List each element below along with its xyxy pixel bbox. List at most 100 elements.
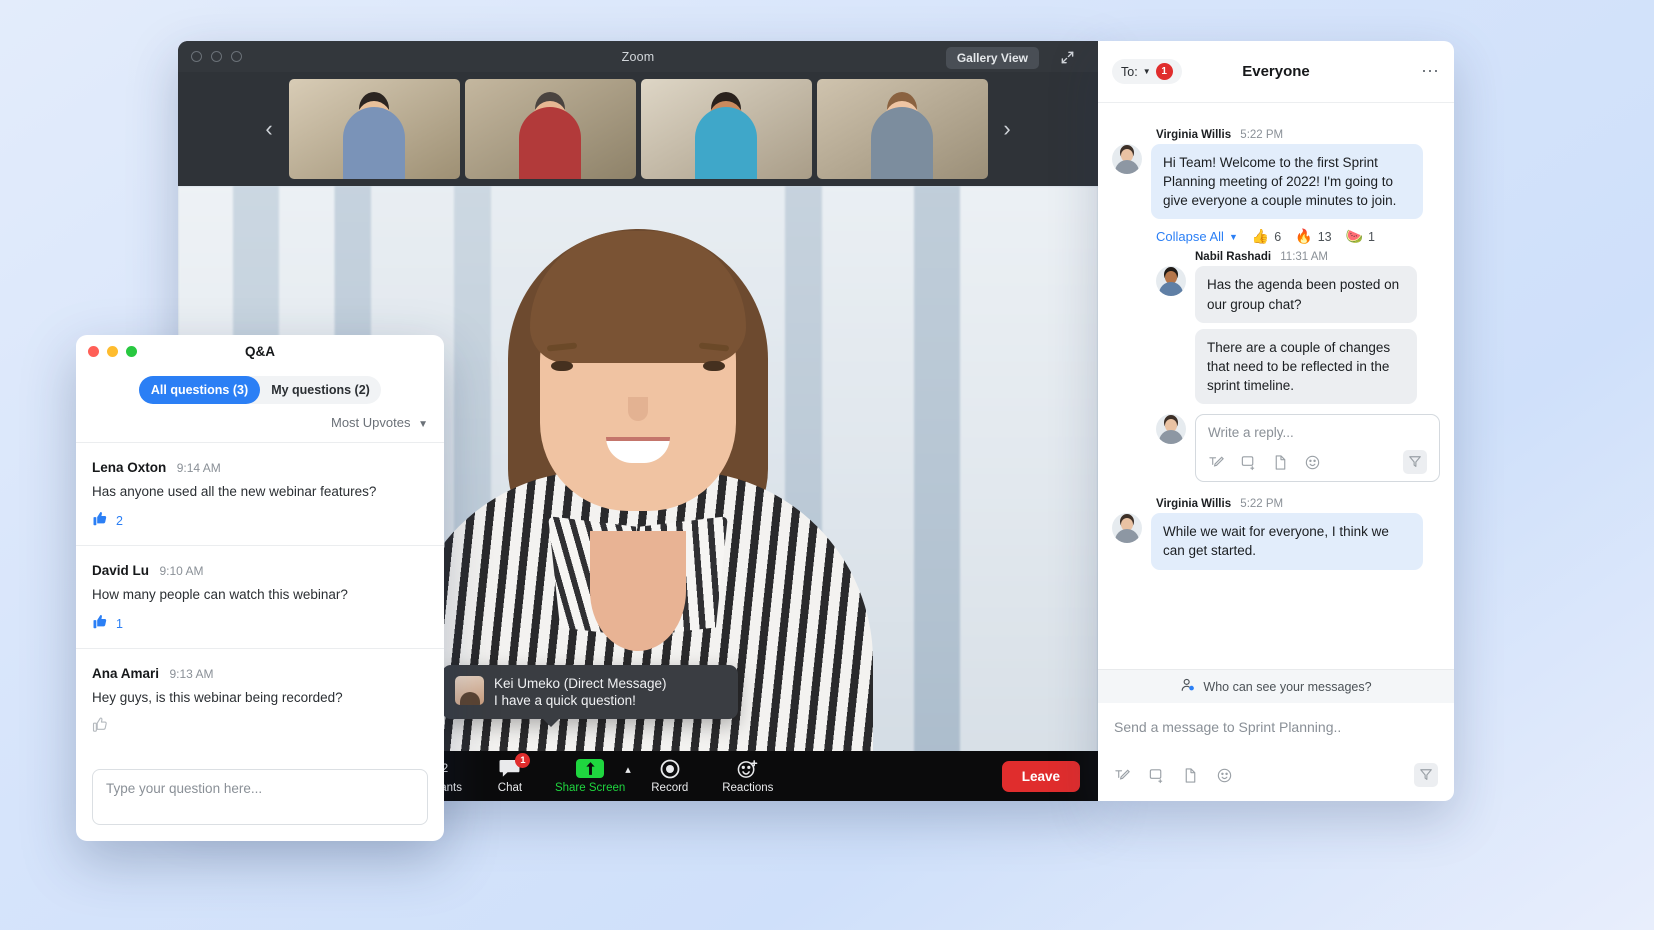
record-icon (660, 758, 680, 779)
reply-input[interactable]: Write a reply... (1195, 414, 1440, 482)
chat-label: Chat (498, 782, 522, 794)
reaction-count: 1 (1368, 230, 1375, 244)
tab-my-questions[interactable]: My questions (2) (260, 376, 381, 404)
message-time: 5:22 PM (1240, 129, 1283, 141)
qa-meta: Ana Amari 9:13 AM (92, 665, 428, 683)
reaction-count: 6 (1274, 230, 1281, 244)
reaction-fire[interactable]: 🔥 13 (1295, 228, 1331, 245)
thread-message-bubble: There are a couple of changes that need … (1195, 329, 1417, 404)
thumbs-up-icon: 👍 (1252, 228, 1269, 245)
direct-message-toast[interactable]: Kei Umeko (Direct Message) I have a quic… (442, 665, 738, 719)
message-meta: Virginia Willis 5:22 PM (1156, 498, 1440, 510)
fire-icon: 🔥 (1295, 228, 1312, 245)
send-icon[interactable] (1414, 763, 1438, 787)
chat-recipient-selector[interactable]: To: ▼ 1 (1112, 59, 1182, 84)
message-time: 5:22 PM (1240, 498, 1283, 510)
qa-upvote-button[interactable]: 1 (92, 613, 428, 635)
qa-meta: David Lu 9:10 AM (92, 562, 428, 580)
emoji-icon[interactable] (1216, 767, 1233, 784)
thumbs-up-icon (92, 613, 109, 635)
emoji-icon[interactable] (1304, 454, 1321, 471)
avatar (1112, 144, 1142, 174)
chat-message: Virginia Willis 5:22 PM While we wait fo… (1112, 498, 1440, 569)
gallery-view-button[interactable]: Gallery View (946, 47, 1039, 69)
reaction-thumbs-up[interactable]: 👍 6 (1252, 228, 1281, 245)
file-icon[interactable] (1272, 454, 1289, 471)
qa-upvote-count: 1 (116, 617, 123, 631)
qa-question-item: Lena Oxton 9:14 AM Has anyone used all t… (76, 443, 444, 546)
qa-time: 9:10 AM (159, 564, 203, 578)
thumbs-up-icon (92, 510, 109, 532)
thread-message-bubble: Has the agenda been posted on our group … (1195, 266, 1417, 322)
qa-titlebar: Q&A (76, 335, 444, 367)
format-text-icon[interactable] (1114, 767, 1131, 784)
qa-question-item: Ana Amari 9:13 AM Hey guys, is this webi… (76, 649, 444, 751)
to-label: To: (1121, 65, 1138, 79)
qa-question-text: Has anyone used all the new webinar feat… (92, 484, 428, 499)
qa-author: Ana Amari (92, 666, 159, 681)
file-icon[interactable] (1182, 767, 1199, 784)
ellipsis-icon[interactable]: ⋯ (1421, 61, 1440, 82)
chevron-down-icon: ▼ (1143, 67, 1151, 76)
leave-button[interactable]: Leave (1002, 761, 1080, 792)
chat-compose-area[interactable]: Send a message to Sprint Planning.. (1098, 703, 1454, 745)
qa-upvote-button[interactable]: 2 (92, 510, 428, 532)
record-button[interactable]: Record (631, 758, 709, 794)
qa-tabs: All questions (3) My questions (2) (139, 376, 381, 404)
collapse-all-label: Collapse All (1156, 229, 1224, 244)
qa-sort-label: Most Upvotes (331, 415, 410, 430)
message-bubble: While we wait for everyone, I think we c… (1151, 513, 1423, 569)
to-badge: 1 (1156, 63, 1173, 80)
qa-sort-selector[interactable]: Most Upvotes ▼ (76, 404, 444, 443)
participant-filmstrip: ‹ › (178, 72, 1098, 186)
dm-message-text: I have a quick question! (494, 693, 667, 708)
share-screen-button[interactable]: Share Screen (549, 758, 631, 794)
avatar (1112, 513, 1142, 543)
chat-button[interactable]: 1 Chat (471, 758, 549, 794)
format-text-icon[interactable] (1208, 454, 1225, 471)
chevron-right-icon[interactable]: › (986, 72, 1028, 186)
reply-placeholder: Write a reply... (1208, 425, 1427, 440)
participant-tile-2[interactable] (465, 79, 636, 179)
qa-upvote-count: 2 (116, 514, 123, 528)
avatar (455, 676, 484, 705)
collapse-all-button[interactable]: Collapse All ▼ (1156, 229, 1238, 244)
expand-icon[interactable] (1056, 46, 1078, 68)
compose-placeholder: Send a message to Sprint Planning.. (1114, 719, 1438, 735)
chevron-down-icon: ▼ (1229, 232, 1238, 242)
chat-message-list[interactable]: Virginia Willis 5:22 PM Hi Team! Welcome… (1098, 103, 1454, 669)
avatar (1156, 414, 1186, 444)
chevron-left-icon[interactable]: ‹ (248, 72, 290, 186)
thread-meta: Nabil Rashadi 11:31 AM (1195, 251, 1440, 263)
reaction-watermelon[interactable]: 🍉 1 (1346, 228, 1375, 245)
record-label: Record (651, 782, 688, 794)
qa-window: Q&A All questions (3) My questions (2) M… (76, 335, 444, 841)
send-icon[interactable] (1403, 450, 1427, 474)
participant-tile-4[interactable] (817, 79, 988, 179)
qa-time: 9:14 AM (177, 461, 221, 475)
tab-all-questions[interactable]: All questions (3) (139, 376, 260, 404)
screenshot-icon[interactable] (1148, 767, 1165, 784)
chat-panel: To: ▼ 1 Everyone ⋯ Virginia Willis 5:22 … (1098, 41, 1454, 801)
chat-message: Virginia Willis 5:22 PM Hi Team! Welcome… (1112, 129, 1440, 219)
qa-question-list[interactable]: Lena Oxton 9:14 AM Has anyone used all t… (76, 443, 444, 753)
qa-upvote-button[interactable] (92, 716, 428, 738)
who-can-see-messages-link[interactable]: Who can see your messages? (1098, 669, 1454, 703)
message-author: Virginia Willis (1156, 129, 1231, 141)
qa-question-text: How many people can watch this webinar? (92, 587, 428, 602)
person-status-icon (1180, 677, 1196, 696)
reactions-label: Reactions (722, 782, 773, 794)
message-author: Virginia Willis (1156, 498, 1231, 510)
chat-header: To: ▼ 1 Everyone ⋯ (1098, 41, 1454, 103)
qa-meta: Lena Oxton 9:14 AM (92, 459, 428, 477)
participant-tile-3[interactable] (641, 79, 812, 179)
reaction-row: Collapse All ▼ 👍 6 🔥 13 🍉 1 (1156, 228, 1440, 245)
qa-question-item: David Lu 9:10 AM How many people can wat… (76, 546, 444, 649)
qa-question-input[interactable]: Type your question here... (92, 769, 428, 825)
chat-icon: 1 (499, 758, 520, 779)
participant-tile-1[interactable] (289, 79, 460, 179)
screenshot-icon[interactable] (1240, 454, 1257, 471)
reactions-button[interactable]: Reactions (709, 758, 787, 794)
reactions-icon (737, 758, 758, 779)
qa-title: Q&A (76, 344, 444, 359)
